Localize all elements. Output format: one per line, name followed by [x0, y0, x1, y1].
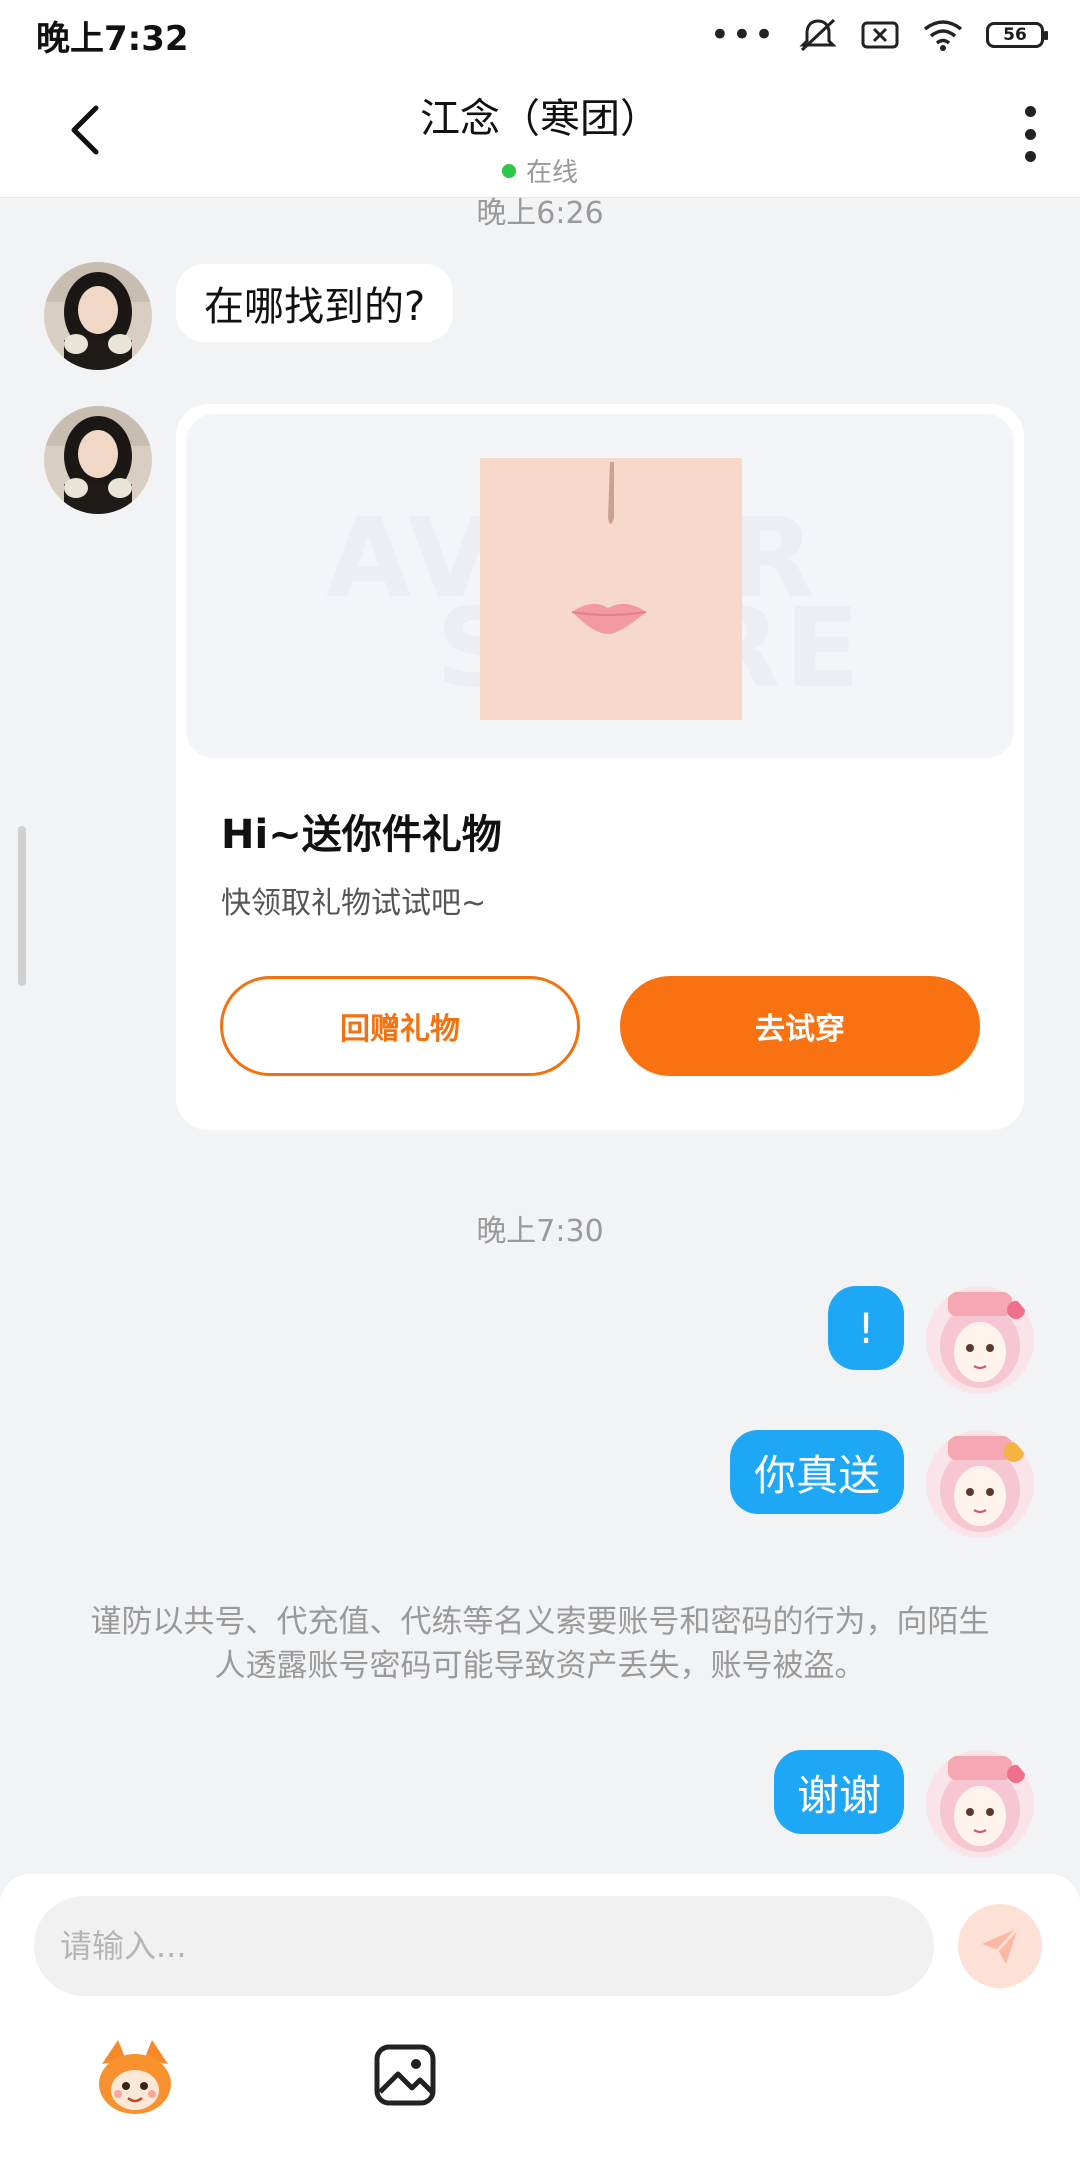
- online-status: 在线: [0, 152, 1080, 189]
- security-notice: 谨防以共号、代充值、代练等名义索要账号和密码的行为，向陌生人透露账号密码可能导致…: [90, 1604, 990, 1684]
- timestamp: 晚上7:30: [476, 1214, 604, 1249]
- message-input[interactable]: [34, 1896, 934, 1996]
- contact-avatar[interactable]: [44, 262, 152, 370]
- mute-icon: [799, 18, 837, 52]
- status-bar: 晚上7:32 ••• 56: [0, 0, 1080, 70]
- image-icon: [374, 2044, 436, 2106]
- battery-level: 56: [1003, 25, 1027, 45]
- wifi-icon: [923, 20, 963, 51]
- timestamp: 晚上6:26: [476, 196, 604, 231]
- return-gift-button[interactable]: 回赠礼物: [220, 976, 580, 1076]
- more-icon: [1024, 106, 1036, 117]
- more-button[interactable]: [1020, 106, 1040, 162]
- contact-photo-icon: [44, 262, 152, 370]
- message-bubble-outgoing[interactable]: !: [828, 1286, 904, 1370]
- title-wrap: 江念（寒团） 在线: [0, 86, 1080, 189]
- message-bubble-outgoing[interactable]: 你真送: [730, 1430, 904, 1514]
- status-icons: ••• 56: [709, 15, 1048, 55]
- more-icon-dot: [1024, 128, 1036, 140]
- online-dot-icon: [501, 163, 516, 178]
- gift-card[interactable]: AVATAR STORE Hi~送你件礼物 快领取礼物试试吧~ 回赠礼物 去试穿: [176, 404, 1024, 1130]
- face-makeup-icon: [480, 458, 742, 720]
- gift-item-image: [480, 458, 742, 720]
- gift-preview: AVATAR STORE: [186, 414, 1014, 758]
- chat-header: 江念（寒团） 在线: [0, 70, 1080, 198]
- scrollbar[interactable]: [18, 826, 26, 986]
- contact-avatar[interactable]: [44, 406, 152, 514]
- online-status-label: 在线: [525, 158, 578, 188]
- emoji-mascot-button[interactable]: [92, 2034, 178, 2120]
- my-avatar[interactable]: [926, 1286, 1034, 1394]
- more-icon-dot: [1024, 151, 1036, 162]
- avatar-character-icon: [926, 1750, 1034, 1858]
- signal-dots-icon: •••: [709, 15, 776, 55]
- emoji-mascot-icon: [99, 2040, 171, 2114]
- message-bubble-outgoing[interactable]: 谢谢: [774, 1750, 904, 1834]
- my-avatar[interactable]: [926, 1750, 1034, 1858]
- try-on-button[interactable]: 去试穿: [620, 976, 980, 1076]
- message-bubble-incoming[interactable]: 在哪找到的?: [176, 264, 454, 342]
- send-icon: [982, 1926, 1020, 1964]
- avatar-character-icon: [926, 1430, 1034, 1538]
- status-time: 晚上7:32: [36, 18, 189, 59]
- input-bar: [0, 1874, 1080, 2160]
- gift-subtitle: 快领取礼物试试吧~: [221, 886, 487, 921]
- sim-icon: [861, 21, 899, 49]
- gift-title: Hi~送你件礼物: [221, 812, 502, 858]
- chat-title: 江念（寒团）: [420, 96, 660, 142]
- avatar-character-icon: [926, 1286, 1034, 1394]
- image-picker-button[interactable]: [372, 2042, 438, 2108]
- send-button[interactable]: [958, 1904, 1042, 1988]
- battery-icon: 56: [986, 22, 1048, 48]
- contact-photo-icon: [44, 406, 152, 514]
- my-avatar[interactable]: [926, 1430, 1034, 1538]
